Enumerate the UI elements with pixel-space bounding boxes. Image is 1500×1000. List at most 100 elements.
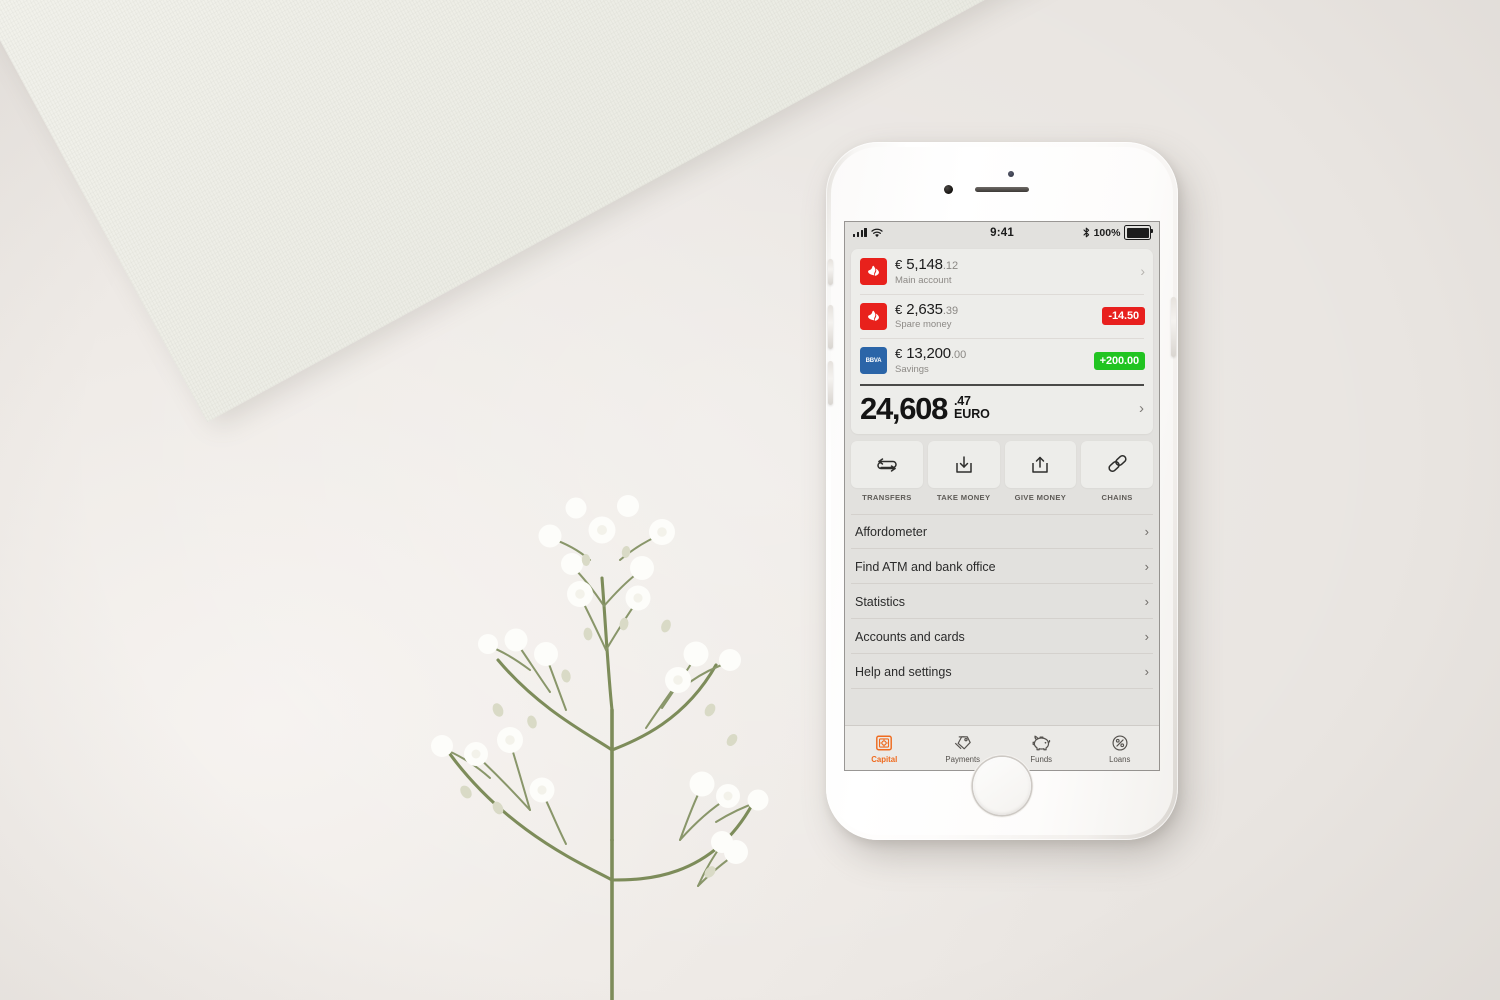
battery-percent-label: 100% xyxy=(1093,226,1121,239)
proximity-sensor xyxy=(1008,171,1014,177)
action-take-money-label: TAKE MONEY xyxy=(936,493,991,503)
wifi-icon xyxy=(871,228,883,237)
total-amount: 24,608 xyxy=(860,390,948,426)
menu-item-statistics[interactable]: Statistics › xyxy=(851,584,1153,620)
santander-flame-icon xyxy=(860,257,887,285)
volume-down-button[interactable] xyxy=(828,361,833,405)
menu-item-label: Help and settings xyxy=(855,664,952,679)
account-row-main[interactable]: € 5,148.12 Main account › xyxy=(851,249,1153,294)
amount-whole: 13,200 xyxy=(906,345,951,363)
total-balance-row[interactable]: 24,608 .47 EURO › xyxy=(851,386,1153,434)
volume-up-button[interactable] xyxy=(828,305,833,349)
account-main-text: € 5,148.12 Main account xyxy=(895,257,1130,286)
chevron-right-icon: › xyxy=(1144,664,1149,680)
front-camera xyxy=(944,185,953,194)
status-badge-negative: -14.50 xyxy=(1102,307,1145,326)
menu-item-help-and-settings[interactable]: Help and settings › xyxy=(851,654,1153,690)
bluetooth-icon xyxy=(1083,227,1089,238)
menu-item-label: Accounts and cards xyxy=(855,629,965,644)
phone-screen: 9:41 100% € 5,148.12 Main account › € 2,… xyxy=(845,222,1159,770)
action-transfers[interactable]: TRANSFERS xyxy=(851,441,923,502)
account-savings-amount: € 13,200.00 xyxy=(895,346,1086,362)
price-tags-icon xyxy=(953,733,973,753)
menu-list: Affordometer › Find ATM and bank office … xyxy=(851,514,1153,690)
menu-item-label: Find ATM and bank office xyxy=(855,559,996,574)
download-tray-icon xyxy=(955,455,972,473)
action-take-money[interactable]: TAKE MONEY xyxy=(927,441,1000,503)
tab-loans[interactable]: Loans xyxy=(1081,733,1160,764)
chevron-right-icon: › xyxy=(1144,559,1149,575)
amount-whole: 5,148 xyxy=(906,256,943,273)
status-bar-left xyxy=(853,228,990,238)
action-give-money[interactable]: GIVE MONEY xyxy=(1004,441,1077,503)
currency-symbol: € xyxy=(895,301,903,317)
action-transfers-tile[interactable] xyxy=(851,441,923,489)
percent-circle-icon xyxy=(1111,733,1129,753)
account-spare-name: Spare money xyxy=(895,319,952,331)
chevron-right-icon: › xyxy=(1144,629,1149,645)
gypsophila-sprig xyxy=(380,410,800,1000)
account-savings-text: € 13,200.00 Savings xyxy=(895,346,1086,375)
total-currency-label: EURO xyxy=(954,407,990,422)
account-spare-amount: € 2,635.39 xyxy=(895,300,1094,318)
accounts-card: € 5,148.12 Main account › € 2,635.39 Spa… xyxy=(851,249,1153,435)
action-transfers-label: TRANSFERS xyxy=(862,493,912,503)
amount-cents: .00 xyxy=(950,349,967,362)
santander-flame-glyph xyxy=(868,310,879,321)
power-button[interactable] xyxy=(1171,297,1176,357)
tab-capital-label: Capital xyxy=(871,754,898,764)
account-main-amount: € 5,148.12 xyxy=(895,257,1130,273)
action-chains-label: CHAINS xyxy=(1101,493,1133,503)
account-main-name: Main account xyxy=(895,274,952,286)
action-chains-tile[interactable] xyxy=(1081,441,1153,489)
battery-full-icon xyxy=(1124,225,1153,240)
status-bar-right: 100% xyxy=(1014,225,1153,240)
amount-cents: .39 xyxy=(942,304,959,317)
flatlay-scene: 9:41 100% € 5,148.12 Main account › € 2,… xyxy=(0,0,1500,1000)
status-bar: 9:41 100% xyxy=(845,222,1159,243)
signal-bars-icon xyxy=(853,228,867,237)
action-give-money-tile[interactable] xyxy=(1004,441,1077,489)
piggy-bank-icon xyxy=(1031,733,1052,753)
status-badge-positive: +200.00 xyxy=(1093,351,1145,370)
action-chains[interactable]: CHAINS xyxy=(1081,441,1153,502)
account-spare-text: € 2,635.39 Spare money xyxy=(895,300,1094,331)
chevron-right-icon: › xyxy=(1139,399,1144,417)
menu-item-label: Affordometer xyxy=(855,524,928,539)
total-amount-suffix: .47 EURO xyxy=(954,395,990,422)
action-take-money-tile[interactable] xyxy=(927,441,1000,489)
menu-item-label: Statistics xyxy=(855,594,906,609)
menu-item-accounts-and-cards[interactable]: Accounts and cards › xyxy=(851,619,1153,655)
total-cents: .47 xyxy=(954,393,971,408)
mute-switch[interactable] xyxy=(828,259,833,285)
account-row-spare[interactable]: € 2,635.39 Spare money -14.50 xyxy=(851,293,1153,339)
phone-front-panel: 9:41 100% € 5,148.12 Main account › € 2,… xyxy=(828,147,1176,835)
chain-link-icon xyxy=(1108,455,1127,473)
tab-funds-label: Funds xyxy=(1030,754,1053,764)
chevron-right-icon: › xyxy=(1144,594,1149,610)
chevron-right-icon: › xyxy=(1144,524,1149,540)
chevron-right-icon: › xyxy=(1140,263,1145,280)
currency-symbol: € xyxy=(895,346,903,362)
earpiece-speaker xyxy=(975,187,1029,192)
banking-app: € 5,148.12 Main account › € 2,635.39 Spa… xyxy=(845,243,1159,770)
action-give-money-label: GIVE MONEY xyxy=(1014,493,1067,503)
tab-payments-label: Payments xyxy=(945,754,981,764)
tab-loans-label: Loans xyxy=(1109,754,1131,764)
amount-whole: 2,635 xyxy=(906,300,943,318)
smartphone-device: 9:41 100% € 5,148.12 Main account › € 2,… xyxy=(826,142,1178,840)
upload-tray-icon xyxy=(1032,456,1049,473)
flower-illustration xyxy=(431,495,769,1000)
status-bar-time: 9:41 xyxy=(990,226,1014,239)
santander-flame-icon xyxy=(860,302,887,330)
santander-flame-glyph xyxy=(868,265,879,276)
menu-item-find-atm[interactable]: Find ATM and bank office › xyxy=(851,549,1153,585)
tab-capital[interactable]: Capital xyxy=(845,733,924,764)
menu-item-affordometer[interactable]: Affordometer › xyxy=(851,514,1153,550)
home-button[interactable] xyxy=(973,757,1031,815)
amount-cents: .12 xyxy=(942,260,959,272)
safe-vault-icon xyxy=(875,733,893,753)
bbva-logo: BBVA xyxy=(860,347,887,375)
currency-symbol: € xyxy=(895,257,903,272)
account-row-savings[interactable]: BBVA € 13,200.00 Savings +200.00 xyxy=(851,338,1153,383)
